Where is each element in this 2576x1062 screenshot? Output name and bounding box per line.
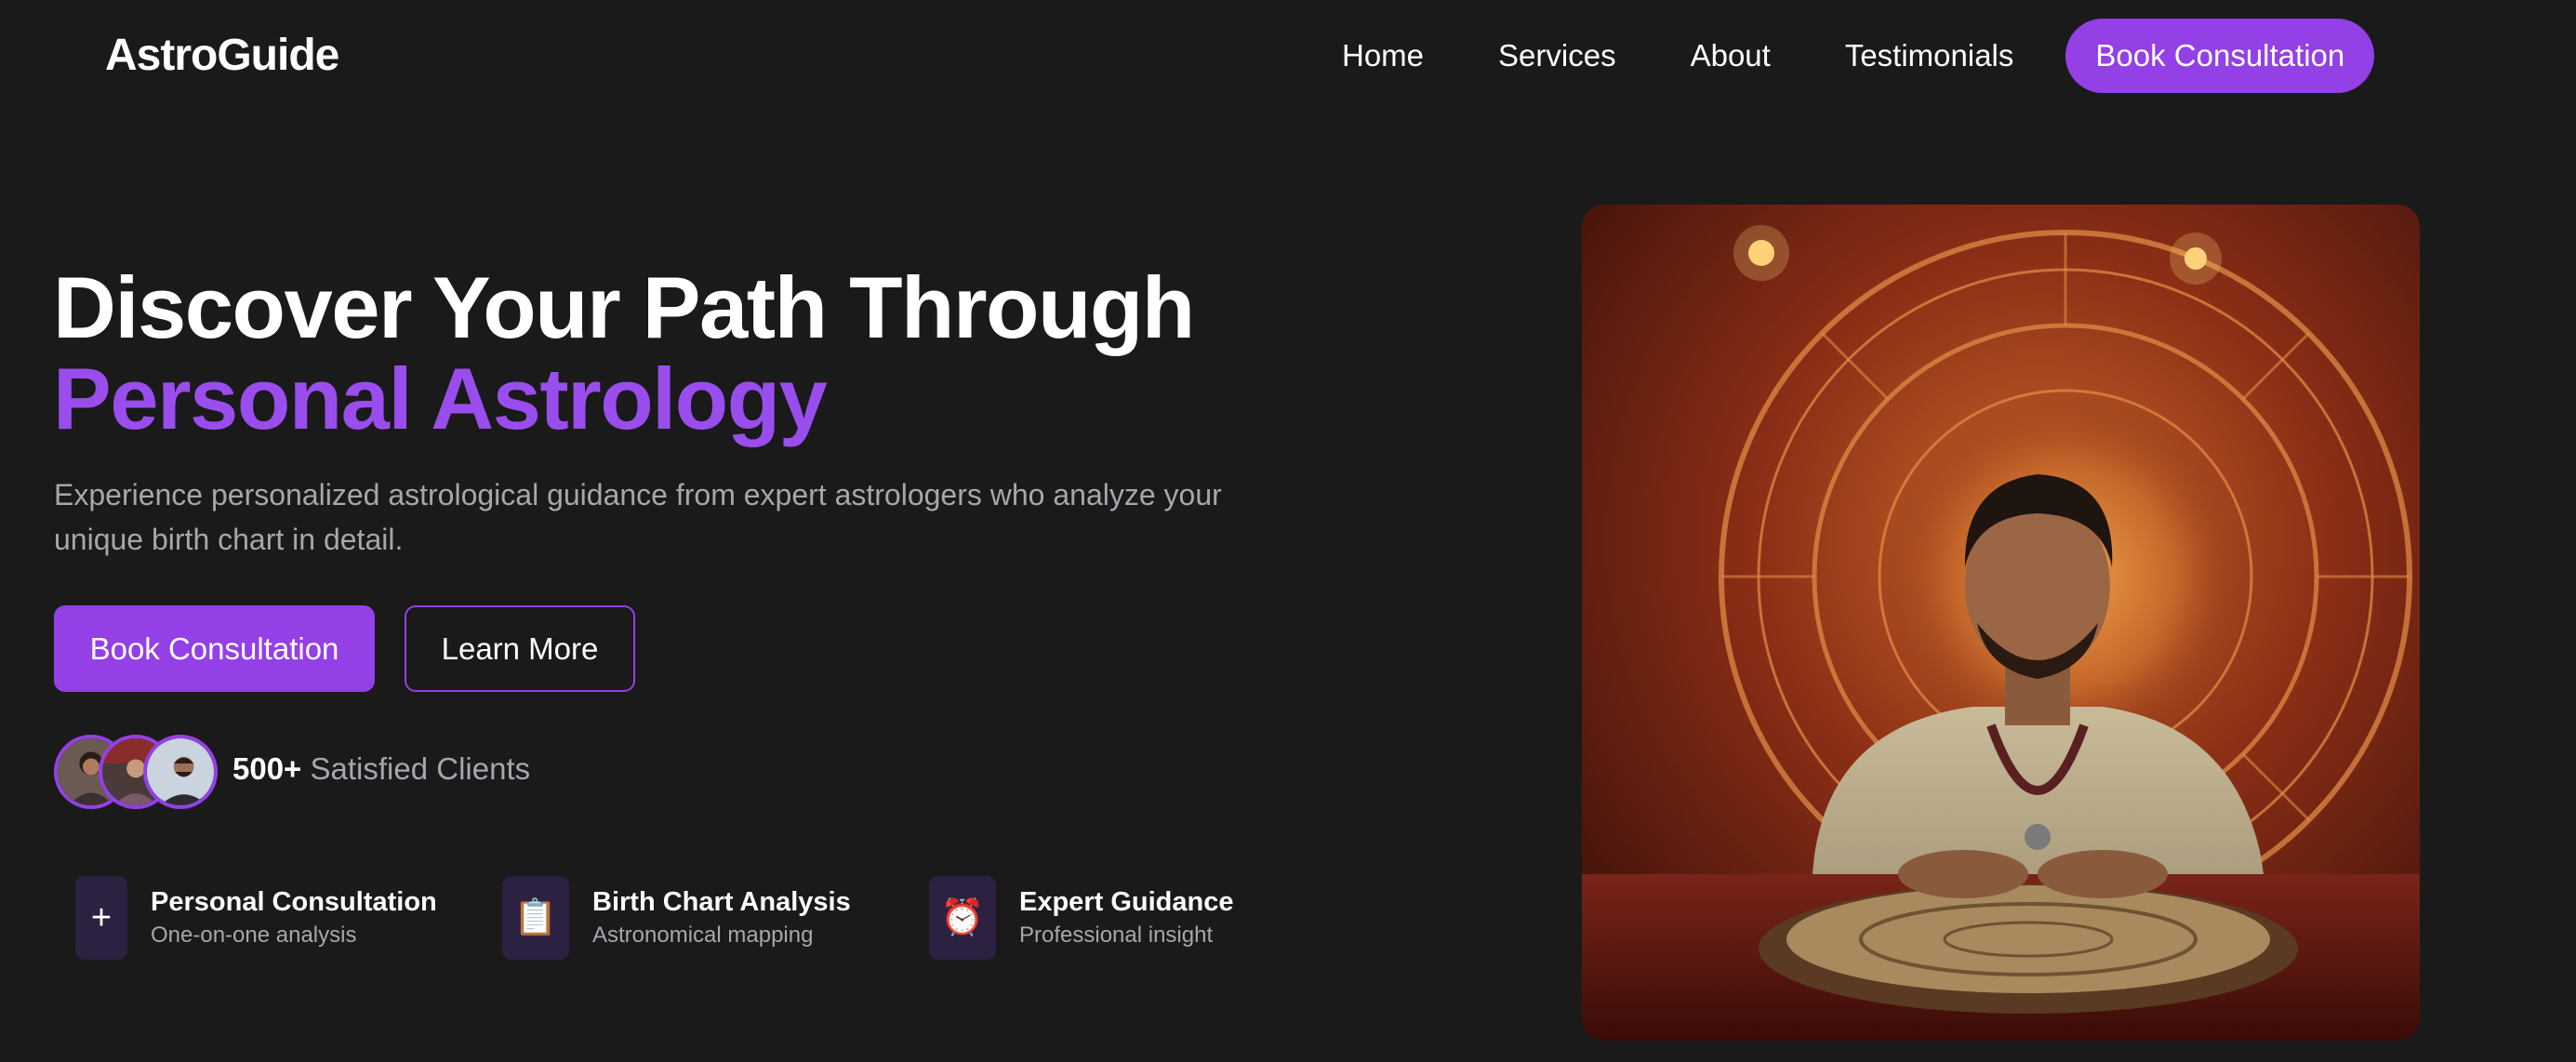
nav-link-about[interactable]: About xyxy=(1691,38,1771,73)
plus-icon: + xyxy=(75,876,127,960)
clients-label: Satisfied Clients xyxy=(310,751,531,786)
nav-links: Home Services About Testimonials Book Co… xyxy=(1342,19,2375,93)
hero-title-line1: Discover Your Path Through xyxy=(53,259,1195,356)
feature-subtitle: One-on-one analysis xyxy=(151,923,357,948)
hero-subtitle: Experience personalized astrological gui… xyxy=(54,478,1222,556)
feature-subtitle: Professional insight xyxy=(1019,923,1214,948)
nav-book-consultation-button[interactable]: Book Consultation xyxy=(2065,19,2375,93)
clients-count: 500+ xyxy=(232,751,302,786)
nav-link-home[interactable]: Home xyxy=(1342,38,1424,73)
avatar xyxy=(143,735,218,809)
nav-link-services[interactable]: Services xyxy=(1498,38,1616,73)
satisfied-clients: 500+ Satisfied Clients xyxy=(232,751,530,787)
hero-title-highlight: Personal Astrology xyxy=(53,350,828,447)
feature-title: Birth Chart Analysis xyxy=(592,887,851,917)
book-consultation-button[interactable]: Book Consultation xyxy=(54,605,375,692)
brand-logo[interactable]: AstroGuide xyxy=(105,30,339,81)
client-avatars xyxy=(54,735,221,811)
feature-subtitle: Astronomical mapping xyxy=(592,923,814,948)
learn-more-button[interactable]: Learn More xyxy=(405,605,635,692)
nav-link-testimonials[interactable]: Testimonials xyxy=(1845,38,2014,73)
top-nav: AstroGuide Home Services About Testimoni… xyxy=(0,0,2576,113)
clipboard-icon: 📋 xyxy=(502,876,569,960)
feature-title: Expert Guidance xyxy=(1019,887,1234,917)
astrologer-hero-image xyxy=(1582,205,2420,1041)
feature-title: Personal Consultation xyxy=(151,887,437,917)
alarm-clock-icon: ⏰ xyxy=(929,876,996,960)
hero-title: Discover Your Path Through Personal Astr… xyxy=(53,259,1195,447)
